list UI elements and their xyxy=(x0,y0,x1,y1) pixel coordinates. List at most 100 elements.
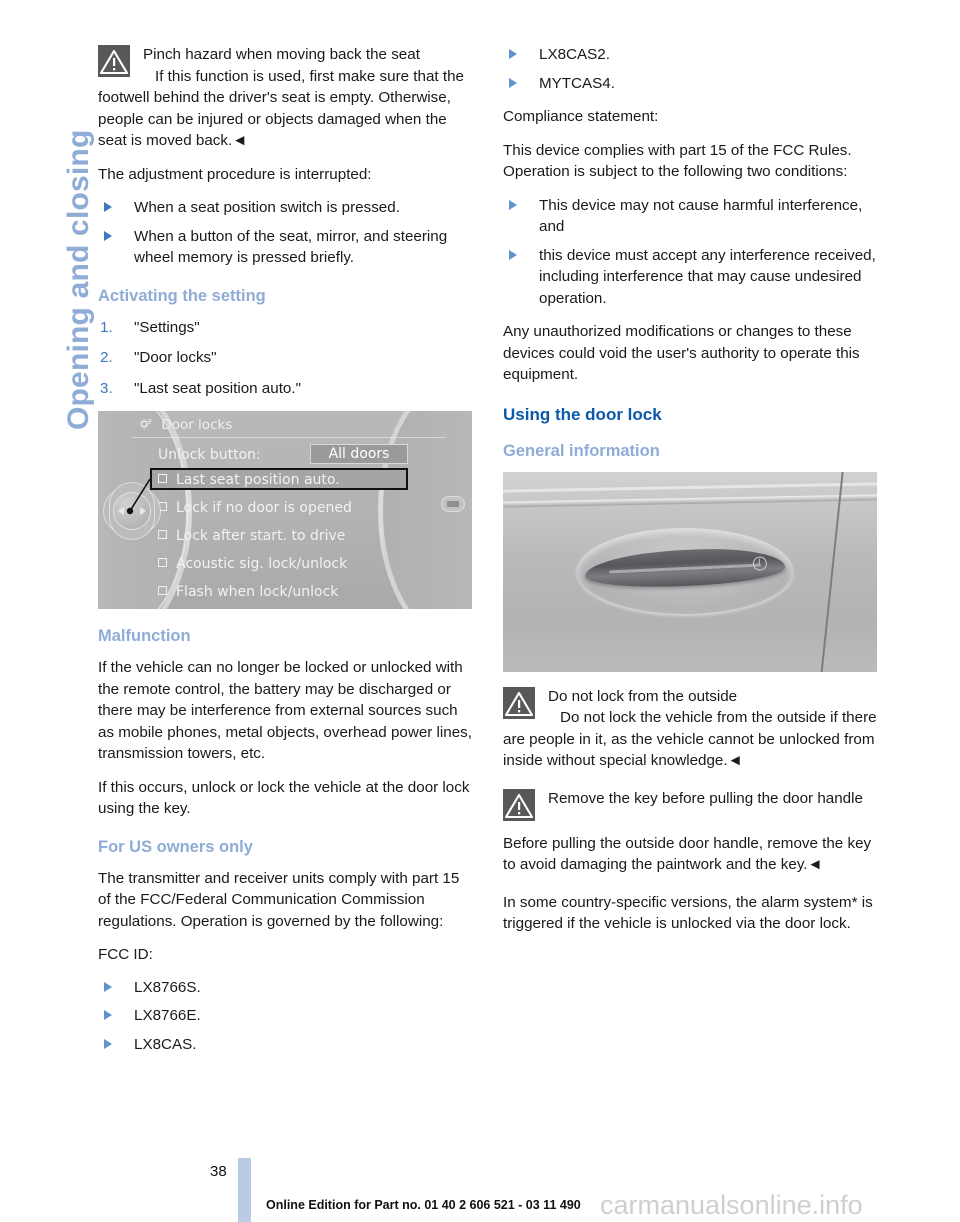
warning-remove-key: Remove the key before pulling the door h… xyxy=(503,788,878,876)
fcc-id-list: LX8766S. LX8766E. LX8CAS. xyxy=(98,977,473,1056)
unauthorized-modifications-paragraph: Any unauthorized modifications or change… xyxy=(503,323,860,383)
triangle-bullet-icon xyxy=(104,1038,112,1049)
idrive-controller-knob[interactable] xyxy=(104,483,160,539)
list-item: When a seat position switch is pressed. xyxy=(98,197,473,219)
list-item: This device may not cause harmful interf… xyxy=(503,195,878,238)
idrive-option-row[interactable]: Last seat position auto. xyxy=(158,472,340,488)
chapter-title: Opening and closing xyxy=(62,129,95,430)
right-column: LX8CAS2. MYTCAS4. Compliance statement: … xyxy=(503,44,878,947)
triangle-bullet-icon xyxy=(104,981,112,992)
knob-arrow-left-icon xyxy=(118,507,124,515)
door-handle-illustration xyxy=(503,471,877,672)
warning-heading: Pinch hazard when moving back the seat xyxy=(143,46,420,63)
idrive-option-row[interactable]: Lock after start. to drive xyxy=(158,528,345,544)
site-watermark: carmanualsonline.info xyxy=(600,1190,863,1220)
us-owners-paragraph: The transmitter and receiver units compl… xyxy=(98,869,460,930)
idrive-field-label: Unlock button: xyxy=(158,447,261,463)
door-upper-line xyxy=(503,481,877,493)
idrive-side-button[interactable] xyxy=(442,497,464,511)
warning-triangle-icon xyxy=(503,788,535,821)
warning-pinch-hazard: Pinch hazard when moving back the seat I… xyxy=(98,44,473,152)
compliance-bullet-list: This device may not cause harmful interf… xyxy=(503,195,878,310)
manual-page: Opening and closing Pinch hazard when mo… xyxy=(0,0,960,1222)
checkbox-icon[interactable] xyxy=(158,474,167,483)
checkbox-icon[interactable] xyxy=(158,558,167,567)
list-item-label: When a button of the seat, mirror, and s… xyxy=(134,227,448,267)
idrive-menu-title: Door locks xyxy=(161,417,233,433)
idrive-option-row[interactable]: Acoustic sig. lock/unlock xyxy=(158,556,347,572)
triangle-bullet-icon xyxy=(104,202,112,212)
list-item-label: MYTCAS4. xyxy=(539,74,615,92)
interrupt-intro: The adjustment procedure is interrupted: xyxy=(98,165,372,183)
list-item-label: This device may not cause harmful interf… xyxy=(539,196,863,236)
list-item-label: When a seat position switch is pressed. xyxy=(134,199,400,216)
list-item: this device must accept any interference… xyxy=(503,245,878,310)
warning-triangle-icon xyxy=(503,686,535,719)
alarm-note-paragraph: In some country-specific versions, the a… xyxy=(503,893,873,933)
idrive-option-label: Lock if no door is opened xyxy=(176,500,352,516)
list-item-label: LX8CAS. xyxy=(134,1035,197,1053)
malfunction-paragraph-2: If this occurs, unlock or lock the vehic… xyxy=(98,778,470,818)
malfunction-heading: Malfunction xyxy=(98,627,191,645)
page-columns: Pinch hazard when moving back the seat I… xyxy=(98,44,878,1067)
list-item: 1. "Settings" xyxy=(98,317,473,339)
idrive-option-label: Acoustic sig. lock/unlock xyxy=(176,556,348,572)
warning-heading: Remove the key before pulling the door h… xyxy=(548,789,863,807)
list-item: LX8766E. xyxy=(98,1005,473,1027)
triangle-bullet-icon xyxy=(104,1010,112,1020)
idrive-option-row[interactable]: Lock if no door is opened xyxy=(158,500,352,516)
step-number: 3. xyxy=(100,379,113,397)
page-edge-bar xyxy=(238,1158,251,1222)
triangle-bullet-icon xyxy=(509,249,517,260)
general-information-heading: General information xyxy=(503,441,660,460)
activating-steps-list: 1. "Settings" 2. "Door locks" 3. "Last s… xyxy=(98,317,473,400)
settings-gear-icon xyxy=(138,417,152,431)
malfunction-paragraph-1: If the vehicle can no longer be locked o… xyxy=(98,659,472,762)
knob-arrow-right-icon xyxy=(140,507,146,515)
triangle-bullet-icon xyxy=(509,199,517,210)
door-belt-line xyxy=(503,493,877,508)
list-item: LX8766S. xyxy=(98,977,473,999)
idrive-option-label: Flash when lock/unlock xyxy=(176,584,339,600)
list-item: LX8CAS2. xyxy=(503,44,878,66)
using-door-lock-heading: Using the door lock xyxy=(503,404,662,424)
left-column: Pinch hazard when moving back the seat I… xyxy=(98,44,473,1067)
warning-body: Before pulling the outside door handle, … xyxy=(503,834,872,874)
list-item-label: this device must accept any interference… xyxy=(539,246,876,307)
step-label: "Settings" xyxy=(134,318,200,336)
triangle-bullet-icon xyxy=(104,230,112,241)
warning-body: Do not lock the vehicle from the outside… xyxy=(503,709,877,769)
fcc-id-list-continued: LX8CAS2. MYTCAS4. xyxy=(503,44,878,94)
idrive-option-row[interactable]: Flash when lock/unlock xyxy=(158,584,338,600)
compliance-label: Compliance statement: xyxy=(503,108,659,125)
list-item-label: LX8766S. xyxy=(134,978,201,996)
idrive-field-value[interactable]: All doors xyxy=(310,444,408,464)
interrupt-bullet-list: When a seat position switch is pressed. … xyxy=(98,197,473,269)
step-number: 1. xyxy=(100,318,113,336)
idrive-divider xyxy=(132,437,446,438)
step-number: 2. xyxy=(100,349,113,366)
us-owners-heading: For US owners only xyxy=(98,837,253,856)
door-panel-gap xyxy=(819,471,845,672)
chapter-tab: Opening and closing xyxy=(0,0,95,460)
warning-do-not-lock-outside: Do not lock from the outside Do not lock… xyxy=(503,686,878,772)
fcc-id-label: FCC ID: xyxy=(98,946,153,963)
lock-cylinder-icon xyxy=(752,555,768,571)
list-item-label: LX8CAS2. xyxy=(539,46,610,63)
idrive-screen-illustration: Door locks Unlock button: All doors Last… xyxy=(98,411,472,609)
step-label: "Last seat position auto." xyxy=(134,379,301,397)
warning-heading: Do not lock from the outside xyxy=(548,687,738,705)
checkbox-icon[interactable] xyxy=(158,586,167,595)
compliance-intro: This device complies with part 15 of the… xyxy=(503,141,852,181)
triangle-bullet-icon xyxy=(509,77,517,88)
list-item: MYTCAS4. xyxy=(503,73,878,95)
list-item: 2. "Door locks" xyxy=(98,347,473,369)
warning-triangle-icon xyxy=(98,45,130,77)
list-item: LX8CAS. xyxy=(98,1034,473,1056)
triangle-bullet-icon xyxy=(509,49,517,59)
handle-highlight xyxy=(609,563,762,574)
page-number: 38 xyxy=(210,1163,227,1180)
idrive-menu-header: Door locks xyxy=(138,417,232,433)
idrive-option-label: Lock after start. to drive xyxy=(176,528,346,544)
idrive-option-label: Last seat position auto. xyxy=(176,472,340,488)
